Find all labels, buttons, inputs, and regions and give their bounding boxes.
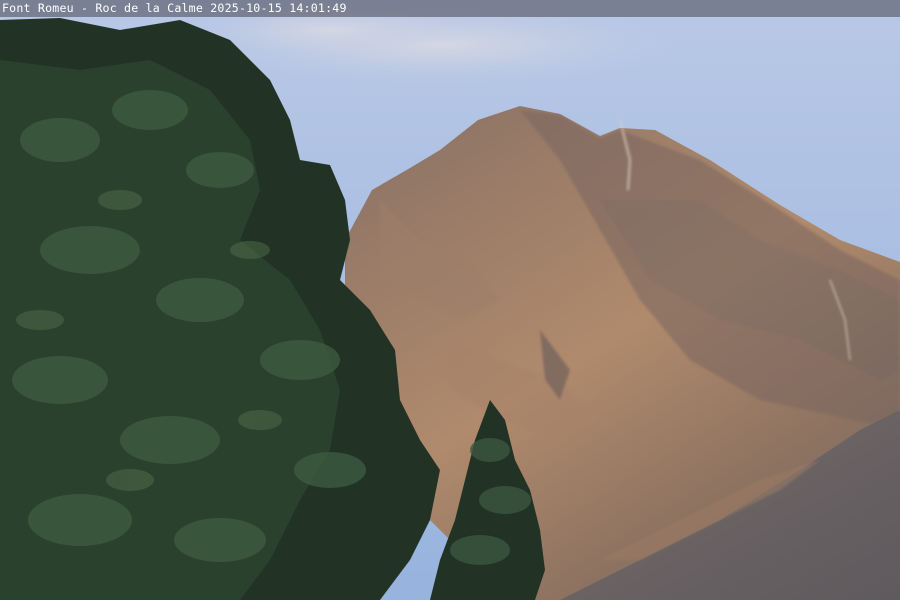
timestamp-overlay-bar: Font Romeu - Roc de la Calme 2025-10-15 … [0,0,900,17]
camera-caption: Font Romeu - Roc de la Calme 2025-10-15 … [2,1,347,15]
webcam-frame: Font Romeu - Roc de la Calme 2025-10-15 … [0,0,900,600]
mountain-webcam-image [0,0,900,600]
